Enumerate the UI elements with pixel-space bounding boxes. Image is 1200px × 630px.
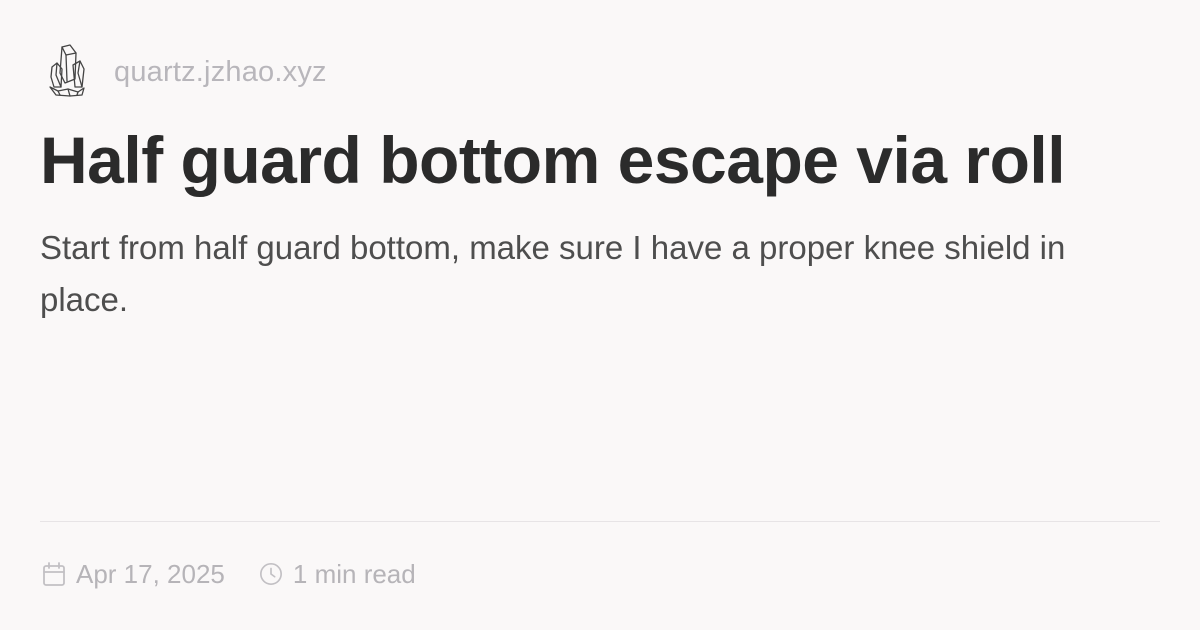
page-meta: Apr 17, 2025 1 min read [42,556,416,592]
clock-icon [259,563,282,585]
divider [40,521,1160,522]
reading-time-text: 1 min read [292,558,416,589]
page-description: Start from half guard bottom, make sure … [40,229,1066,318]
crystal-logo-icon [49,44,85,97]
calendar-icon [43,562,65,586]
site-domain[interactable]: quartz.jzhao.xyz [114,56,327,89]
reading-time: 1 min read [259,559,416,590]
site-header: quartz.jzhao.xyz [48,40,327,100]
publish-date-text: Apr 17, 2025 [76,558,225,589]
page-title: Half guard bottom escape via roll [40,123,1066,197]
publish-date: Apr 17, 2025 [42,559,225,590]
